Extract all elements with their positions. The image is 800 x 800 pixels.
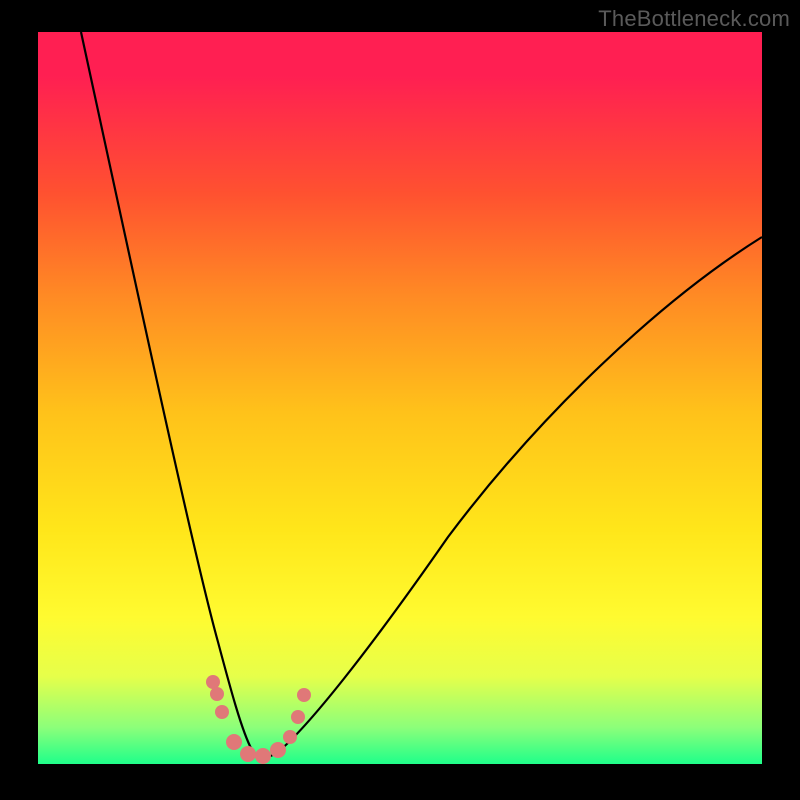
watermark-text: TheBottleneck.com — [598, 6, 790, 32]
bathtub-curve — [81, 32, 762, 757]
chart-frame: TheBottleneck.com — [0, 0, 800, 800]
chart-svg — [38, 32, 762, 764]
plot-area — [38, 32, 762, 764]
trough-markers — [206, 675, 311, 764]
